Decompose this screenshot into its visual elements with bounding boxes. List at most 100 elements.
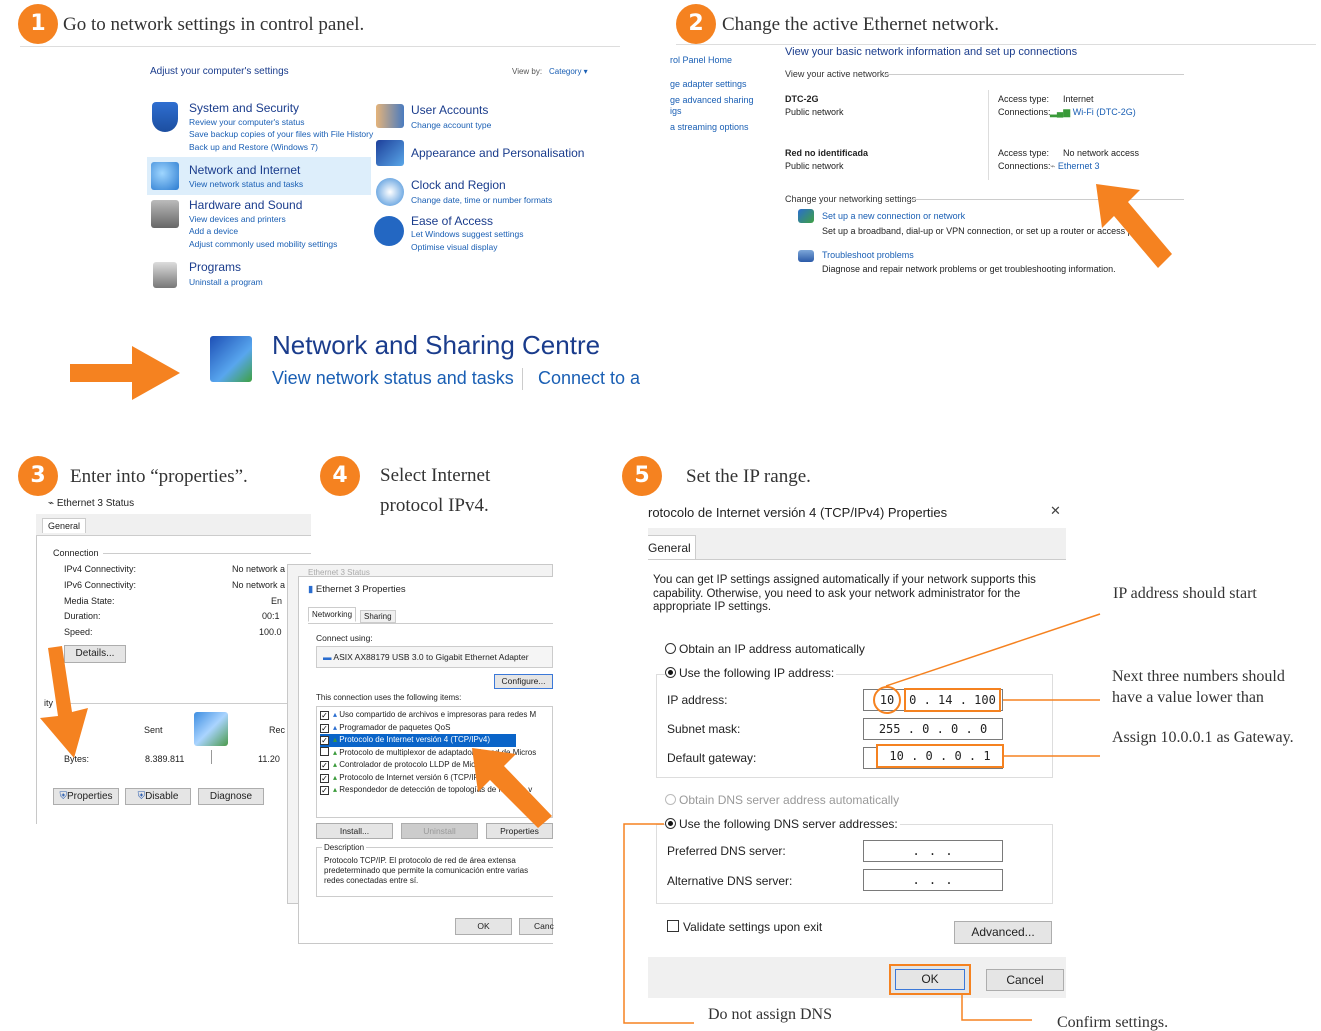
divider [522, 368, 523, 390]
cp-sub[interactable]: Save backup copies of your files with Fi… [189, 128, 373, 141]
ipv4-use-ip[interactable]: Use the following IP address: [665, 666, 837, 680]
ease-of-access-icon [374, 216, 404, 246]
props-item[interactable]: ✓ ▴ Uso compartido de archivos e impresor… [320, 709, 549, 722]
cp-sub[interactable]: Review your computer's status [189, 116, 304, 129]
ns-sidebar-streaming[interactable]: a streaming options [670, 122, 749, 132]
install-button[interactable]: Install... [316, 823, 393, 839]
props-ok-button[interactable]: OK [455, 918, 512, 935]
preferred-dns-field[interactable]: . . . [863, 840, 1003, 862]
props-cancel-button[interactable]: Canc [519, 918, 554, 935]
step-2-title: Change the active Ethernet network. [722, 14, 999, 35]
cp-category-appearance[interactable]: Appearance and Personalisation [411, 146, 584, 160]
ipv4-titlebar: rotocolo de Internet versión 4 (TCP/IPv4… [648, 500, 1066, 520]
gateway-label: Default gateway: [667, 751, 757, 765]
nsc-link-status[interactable]: View network status and tasks [272, 368, 514, 389]
ethernet-icon: ⌁ [1050, 161, 1058, 171]
cp-sub[interactable]: Adjust commonly used mobility settings [189, 238, 337, 251]
status-properties-button[interactable]: ⛨Properties [53, 788, 119, 805]
status-disable-button[interactable]: ⛨Disable [125, 788, 191, 805]
step-4-title-2: protocol IPv4. [380, 495, 489, 516]
cp-category-system[interactable]: System and Security [189, 101, 299, 115]
props-item-checkbox[interactable]: ✓ [320, 711, 329, 720]
props-item-checkbox[interactable]: ✓ [320, 761, 329, 770]
ipv4-cancel-button[interactable]: Cancel [986, 969, 1064, 991]
props-item-label: Protocolo de Internet versión 4 (TCP/IPv… [339, 735, 490, 744]
status-sent-label: Sent [144, 725, 163, 735]
status-title: ⌁ Ethernet 3 Status [48, 498, 135, 509]
step-3-badge: 3 [18, 456, 58, 496]
alternative-dns-field[interactable]: . . . [863, 869, 1003, 891]
props-item-checkbox[interactable]: ✓ [320, 736, 329, 745]
note-gateway: Assign 10.0.0.1 as Gateway. [1112, 729, 1294, 746]
props-item-checkbox[interactable]: ✓ [320, 723, 329, 733]
status-recv-value: 11.20 [258, 754, 280, 764]
advanced-button[interactable]: Advanced... [954, 921, 1052, 944]
cp-sub[interactable]: Back up and Restore (Windows 7) [189, 141, 318, 154]
gateway-field[interactable]: 10 . 0 . 0 . 1 [876, 744, 1004, 768]
cp-sub[interactable]: Add a device [189, 225, 238, 238]
cp-sub[interactable]: Change date, time or number formats [411, 194, 552, 207]
props-item[interactable]: ✓ ▴ Programador de paquetes QoS [320, 722, 549, 735]
ns-opt-troubleshoot[interactable]: Troubleshoot problems [822, 250, 914, 260]
net2-name: Red no identificada [785, 148, 869, 158]
cp-sub[interactable]: Let Windows suggest settings [411, 228, 523, 241]
props-item-checkbox[interactable]: ✓ [320, 786, 329, 795]
net2-ethernet-link[interactable]: ⌁ Ethernet 3 [1050, 161, 1099, 172]
net2-type: Public network [785, 161, 844, 171]
nsc-title[interactable]: Network and Sharing Centre [272, 330, 600, 361]
cp-viewby-label: View by: [512, 67, 543, 76]
radio-use-dns[interactable] [665, 818, 676, 829]
cp-viewby-select[interactable]: Category ▾ [549, 67, 588, 76]
cp-sub[interactable]: View network status and tasks [189, 178, 303, 191]
status-diagnose-button[interactable]: Diagnose [198, 788, 264, 805]
ipv4-group-dns [656, 824, 1053, 904]
network-sharing-icon [210, 336, 252, 382]
cp-category-accounts[interactable]: User Accounts [411, 103, 488, 117]
props-item-checkbox[interactable] [320, 746, 329, 756]
cp-category-hardware[interactable]: Hardware and Sound [189, 198, 302, 212]
props-item-checkbox[interactable]: ✓ [320, 773, 329, 783]
subnet-mask-field[interactable]: 255 . 0 . 0 . 0 [863, 718, 1003, 740]
status-row-value: No network a [232, 564, 286, 574]
props-tab-sharing[interactable]: Sharing [360, 610, 396, 623]
net1-wifi-link[interactable]: ▂▄▆ Wi-Fi (DTC-2G) [1050, 107, 1136, 118]
radio-auto-ip[interactable] [665, 643, 676, 654]
ns-sidebar-sharing[interactable]: ge advanced sharing [670, 95, 754, 105]
ipv4-use-dns[interactable]: Use the following DNS server addresses: [665, 817, 900, 831]
printer-icon [151, 200, 179, 228]
ns-opt-setup[interactable]: Set up a new connection or network [822, 211, 965, 221]
cp-sub[interactable]: Uninstall a program [189, 276, 263, 289]
net1-conn[interactable]: Wi-Fi (DTC-2G) [1073, 107, 1136, 117]
configure-button[interactable]: Configure... [494, 674, 553, 689]
ipv4-auto-ip[interactable]: Obtain an IP address automatically [665, 642, 865, 656]
props-item[interactable]: ✓ ▴ Protocolo de Internet versión 4 (TCP/… [320, 734, 516, 747]
status-tab-general[interactable]: General [42, 518, 87, 533]
cp-sub[interactable]: View devices and printers [189, 213, 286, 226]
cp-sub[interactable]: Change account type [411, 119, 491, 132]
nsc-link-connect[interactable]: Connect to a r [538, 368, 646, 389]
close-icon[interactable]: ✕ [1050, 503, 1061, 519]
props-tab-networking[interactable]: Networking [308, 607, 357, 622]
net2-access-label: Access type: [998, 148, 1050, 158]
cp-category-clock[interactable]: Clock and Region [411, 178, 506, 192]
props-adapter: ▬ ASIX AX88179 USB 3.0 to Gigabit Ethern… [316, 646, 553, 668]
ip-address-label: IP address: [667, 693, 728, 707]
cp-category-network[interactable]: Network and Internet [189, 163, 300, 177]
cp-category-programs[interactable]: Programs [189, 260, 241, 274]
validate-checkbox[interactable]: Validate settings upon exit [667, 920, 822, 934]
ns-sidebar-home[interactable]: rol Panel Home [670, 55, 732, 65]
ip-rest-octets[interactable]: 0 . 14 . 100 [904, 688, 1001, 712]
ipv4-ok-button[interactable]: OK [889, 964, 971, 995]
clock-icon [376, 178, 404, 206]
subnet-mask-label: Subnet mask: [667, 722, 741, 736]
ns-sidebar-sharing-2[interactable]: igs [670, 106, 682, 116]
net2-conn[interactable]: Ethernet 3 [1058, 161, 1100, 171]
cp-category-ease[interactable]: Ease of Access [411, 214, 493, 228]
validate-box[interactable] [667, 920, 679, 932]
radio-use-ip[interactable] [665, 667, 676, 678]
ip-first-octet[interactable]: 10 [873, 686, 901, 714]
cp-sub[interactable]: Optimise visual display [411, 241, 497, 254]
net1-access-label: Access type: [998, 94, 1050, 104]
ns-sidebar-adapter[interactable]: ge adapter settings [670, 79, 747, 89]
ipv4-tab-general[interactable]: General [648, 535, 696, 560]
